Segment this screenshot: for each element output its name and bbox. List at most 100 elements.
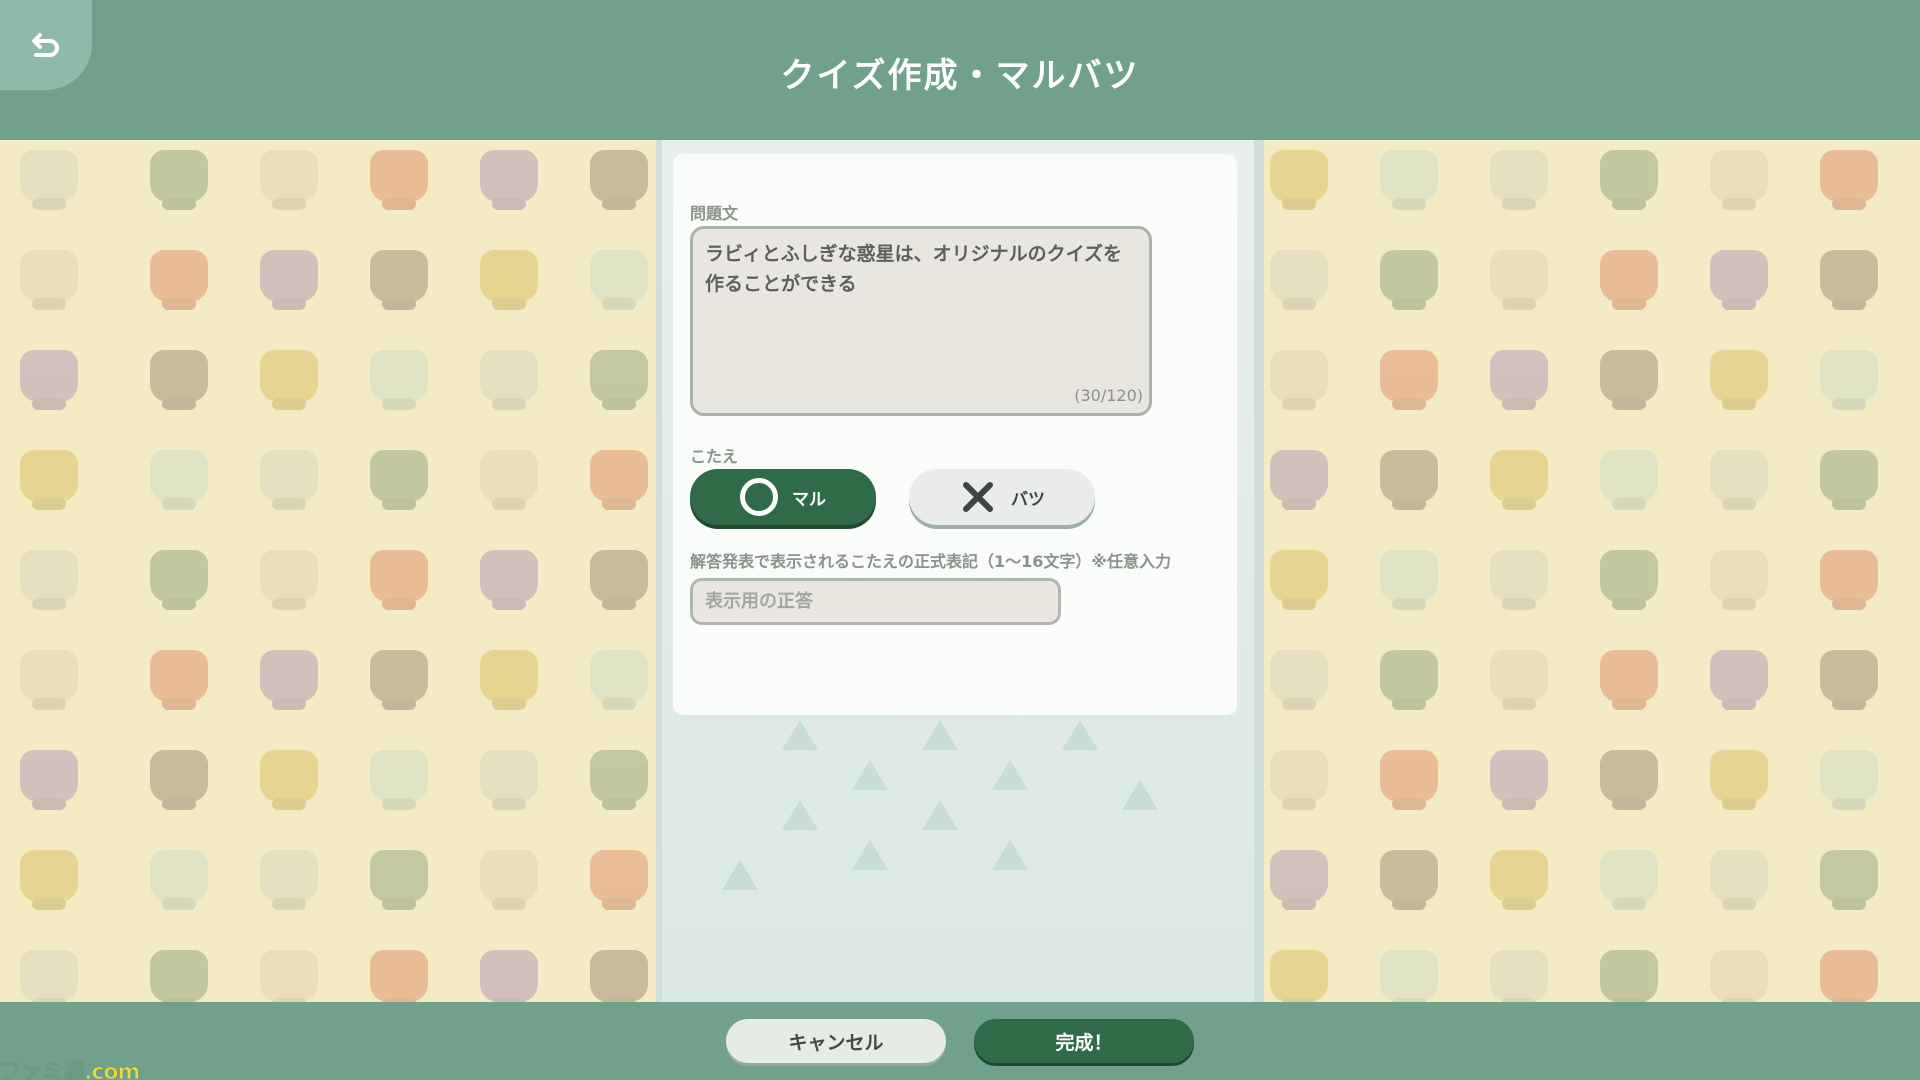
pattern-tile: [1490, 550, 1548, 602]
pattern-tile: [1380, 450, 1438, 502]
pattern-tile: [1600, 850, 1658, 902]
answer-batsu-button[interactable]: バツ: [909, 469, 1095, 525]
pattern-tile: [480, 550, 538, 602]
page-title: クイズ作成・マルバツ: [780, 56, 1140, 96]
pattern-tile: [1820, 250, 1878, 302]
answer-maru-button[interactable]: マル: [690, 469, 876, 525]
done-button[interactable]: 完成！: [974, 1019, 1194, 1063]
triangle-decoration: [852, 760, 888, 790]
pattern-tile: [1820, 450, 1878, 502]
circle-icon: [740, 478, 778, 516]
pattern-tile: [150, 250, 208, 302]
pattern-tile: [1270, 450, 1328, 502]
cancel-button[interactable]: キャンセル: [726, 1019, 946, 1063]
pattern-tile: [1600, 650, 1658, 702]
pattern-tile: [1600, 450, 1658, 502]
pattern-tile: [1710, 350, 1768, 402]
character-counter: (30/120): [1074, 386, 1143, 405]
pattern-tile: [370, 150, 428, 202]
pattern-tile: [260, 150, 318, 202]
pattern-tile: [1600, 550, 1658, 602]
triangle-decoration: [922, 720, 958, 750]
pattern-tile: [1380, 550, 1438, 602]
pattern-tile: [1380, 950, 1438, 1002]
pattern-tile: [1380, 850, 1438, 902]
pattern-tile: [1710, 750, 1768, 802]
pattern-tile: [20, 750, 78, 802]
pattern-tile: [1820, 350, 1878, 402]
pattern-tile: [1490, 250, 1548, 302]
question-textarea[interactable]: ラビィとふしぎな惑星は、オリジナルのクイズを 作ることができる (30/120): [690, 226, 1152, 416]
pattern-tile: [370, 450, 428, 502]
pattern-tile: [20, 150, 78, 202]
pattern-tile: [1270, 650, 1328, 702]
pattern-tile: [260, 250, 318, 302]
pattern-tile: [1270, 750, 1328, 802]
pattern-tile: [370, 950, 428, 1002]
pattern-tile: [150, 750, 208, 802]
pattern-tile: [150, 550, 208, 602]
triangle-decoration: [992, 760, 1028, 790]
pattern-tile: [1380, 250, 1438, 302]
pattern-tile: [590, 650, 648, 702]
pattern-tile: [1820, 750, 1878, 802]
pattern-tile: [1710, 450, 1768, 502]
answer-batsu-label: バツ: [1011, 489, 1045, 510]
cross-icon: [963, 482, 993, 512]
display-answer-input[interactable]: [690, 578, 1061, 625]
pattern-tile: [1490, 950, 1548, 1002]
pattern-tile: [260, 850, 318, 902]
pattern-tile: [20, 650, 78, 702]
pattern-tile: [1270, 250, 1328, 302]
pattern-tile: [150, 450, 208, 502]
pattern-tile: [1490, 650, 1548, 702]
pattern-tile: [260, 650, 318, 702]
pattern-tile: [1710, 950, 1768, 1002]
pattern-tile: [1380, 750, 1438, 802]
question-text-line2: 作ることができる: [705, 273, 857, 295]
pattern-tile: [20, 250, 78, 302]
pattern-tile: [1490, 350, 1548, 402]
triangle-decoration: [852, 840, 888, 870]
pattern-tile: [1820, 150, 1878, 202]
pattern-tile: [1270, 150, 1328, 202]
pattern-tile: [480, 250, 538, 302]
pattern-tile: [260, 750, 318, 802]
pattern-tile: [1490, 750, 1548, 802]
pattern-tile: [480, 650, 538, 702]
pattern-tile: [1600, 150, 1658, 202]
pattern-tile: [1490, 450, 1548, 502]
pattern-tile: [1490, 150, 1548, 202]
pattern-tile: [370, 350, 428, 402]
triangle-decoration: [992, 840, 1028, 870]
pattern-tile: [370, 250, 428, 302]
triangle-decoration: [722, 860, 758, 890]
pattern-tile: [1380, 150, 1438, 202]
pattern-tile: [1820, 850, 1878, 902]
question-text-line1: ラビィとふしぎな惑星は、オリジナルのクイズを: [705, 243, 1123, 265]
pattern-tile: [260, 950, 318, 1002]
triangle-decoration: [782, 720, 818, 750]
pattern-tile: [590, 850, 648, 902]
pattern-tile: [590, 150, 648, 202]
pattern-tile: [260, 450, 318, 502]
triangle-decoration: [922, 800, 958, 830]
pattern-tile: [150, 350, 208, 402]
pattern-tile: [1710, 550, 1768, 602]
pattern-tile: [150, 850, 208, 902]
pattern-tile: [1710, 850, 1768, 902]
pattern-tile: [150, 150, 208, 202]
header-bar: クイズ作成・マルバツ: [0, 0, 1920, 140]
pattern-tile: [20, 350, 78, 402]
pattern-tile: [1270, 850, 1328, 902]
pattern-tile: [1270, 950, 1328, 1002]
pattern-tile: [20, 950, 78, 1002]
pattern-tile: [260, 550, 318, 602]
pattern-tile: [1270, 350, 1328, 402]
answer-maru-label: マル: [792, 489, 826, 510]
pattern-tile: [370, 850, 428, 902]
pattern-tile: [150, 650, 208, 702]
pattern-tile: [1490, 850, 1548, 902]
pattern-tile: [590, 450, 648, 502]
pattern-tile: [1380, 650, 1438, 702]
